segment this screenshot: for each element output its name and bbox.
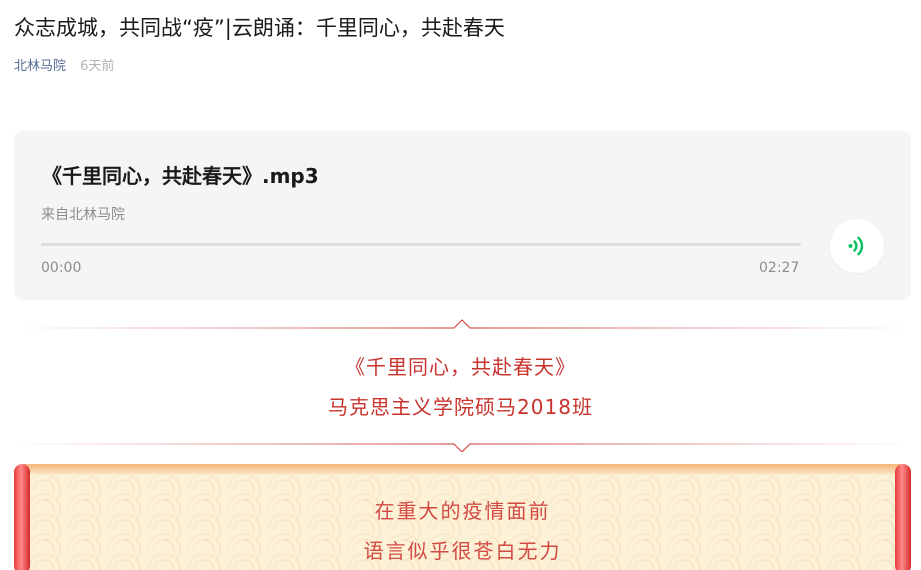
current-time: 00:00 <box>41 260 82 276</box>
scroll-top-border <box>24 464 901 474</box>
publish-time: 6天前 <box>80 59 115 74</box>
audio-player-card[interactable]: 《千里同心，共赴春天》.mp3 来自北林马院 00:00 02:27 <box>14 131 911 300</box>
decorative-divider-bottom <box>14 438 911 452</box>
audio-wave-icon <box>848 236 864 256</box>
play-button[interactable] <box>830 219 884 273</box>
decorative-divider-top <box>14 318 911 332</box>
audio-progress-bar[interactable] <box>41 243 801 246</box>
total-duration: 02:27 <box>759 260 800 276</box>
audio-source: 来自北林马院 <box>41 207 125 223</box>
poem-line-1: 在重大的疫情面前 <box>374 499 551 523</box>
banner-title: 《千里同心，共赴春天》 <box>345 355 576 379</box>
article-title: 众志成城，共同战“疫”|云朗诵：千里同心，共赴春天 <box>14 16 505 40</box>
poem-line-2: 语言似乎很苍白无力 <box>363 539 562 563</box>
banner-subtitle: 马克思主义学院硕马2018班 <box>328 395 593 419</box>
author-link[interactable]: 北林马院 <box>14 59 66 74</box>
audio-title: 《千里同心，共赴春天》.mp3 <box>42 164 319 188</box>
article-meta: 北林马院 6天前 <box>14 58 114 76</box>
scroll-banner: 在重大的疫情面前 语言似乎很苍白无力 <box>14 464 911 570</box>
